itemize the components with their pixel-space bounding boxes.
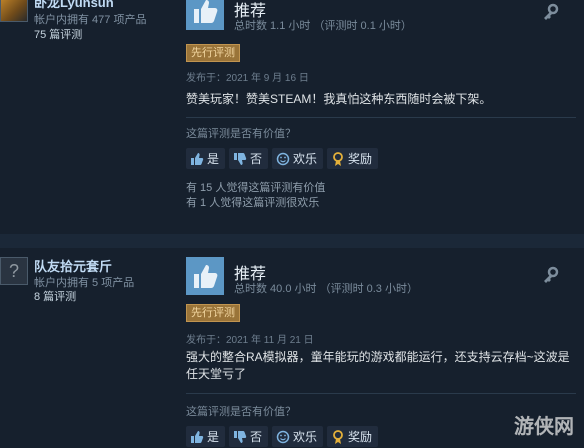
avatar[interactable]: [0, 0, 28, 22]
watermark-logo: 游侠网: [514, 413, 574, 438]
vote-yes-button[interactable]: 是: [186, 148, 226, 169]
award-button[interactable]: 奖励: [327, 148, 379, 169]
award-icon[interactable]: [542, 266, 560, 284]
vote-buttons: 是 否 欢乐 奖励: [186, 148, 379, 169]
review-card: 卧龙Lyunsun 帐户内拥有 477 项产品 75 篇评测 推荐 总时数 1.…: [0, 0, 584, 234]
divider: [186, 117, 576, 118]
posted-date: 发布于：2021 年 9 月 16 日: [186, 73, 309, 84]
smiley-icon: [276, 152, 290, 166]
review-content: 赞美玩家！赞美STEAM！我真怕这种东西随时会被下架。: [186, 92, 492, 106]
reviewer-review-count[interactable]: 8 篇评测: [34, 290, 76, 304]
reviewer-review-count[interactable]: 75 篇评测: [34, 28, 82, 42]
vote-funny-button[interactable]: 欢乐: [272, 148, 324, 169]
review-stats: 有 15 人觉得这篇评测有价值 有 1 人觉得这篇评测很欢乐: [186, 181, 325, 211]
award-medal-icon: [331, 151, 345, 166]
review-card: ? 队友拾元套斤 帐户内拥有 5 项产品 8 篇评测 推荐 总时数 40.0 小…: [0, 248, 584, 448]
reviewer-products: 帐户内拥有 5 项产品: [34, 277, 135, 289]
vote-yes-label: 是: [207, 152, 220, 166]
award-icon[interactable]: [542, 3, 560, 21]
vote-no-label: 否: [250, 152, 263, 166]
playtime-hours: 总时数 40.0 小时 （评测时 0.3 小时）: [234, 283, 418, 295]
helpful-count: 有 15 人觉得这篇评测有价值: [186, 182, 326, 194]
vote-no-button[interactable]: 否: [229, 148, 269, 169]
reviewer-name[interactable]: 卧龙Lyunsun: [34, 0, 114, 11]
early-access-badge: 先行评测: [186, 44, 240, 62]
award-label: 奖励: [348, 152, 373, 166]
funny-count: 有 1 人觉得这篇评测很欢乐: [186, 197, 320, 209]
reviewer-name[interactable]: 队友拾元套斤: [34, 256, 112, 275]
thumbs-up-icon: [190, 152, 204, 166]
thumbs-up-icon: [186, 0, 224, 30]
helpful-prompt: 这篇评测是否有价值？: [186, 128, 296, 140]
avatar[interactable]: ?: [0, 257, 28, 285]
playtime-hours: 总时数 1.1 小时 （评测时 0.1 小时）: [234, 20, 412, 32]
reviewer-products: 帐户内拥有 477 项产品: [34, 14, 147, 26]
thumbs-down-icon: [233, 152, 247, 166]
review-separator: [0, 234, 584, 248]
vote-funny-label: 欢乐: [293, 152, 318, 166]
thumbs-up-icon: [186, 257, 224, 295]
